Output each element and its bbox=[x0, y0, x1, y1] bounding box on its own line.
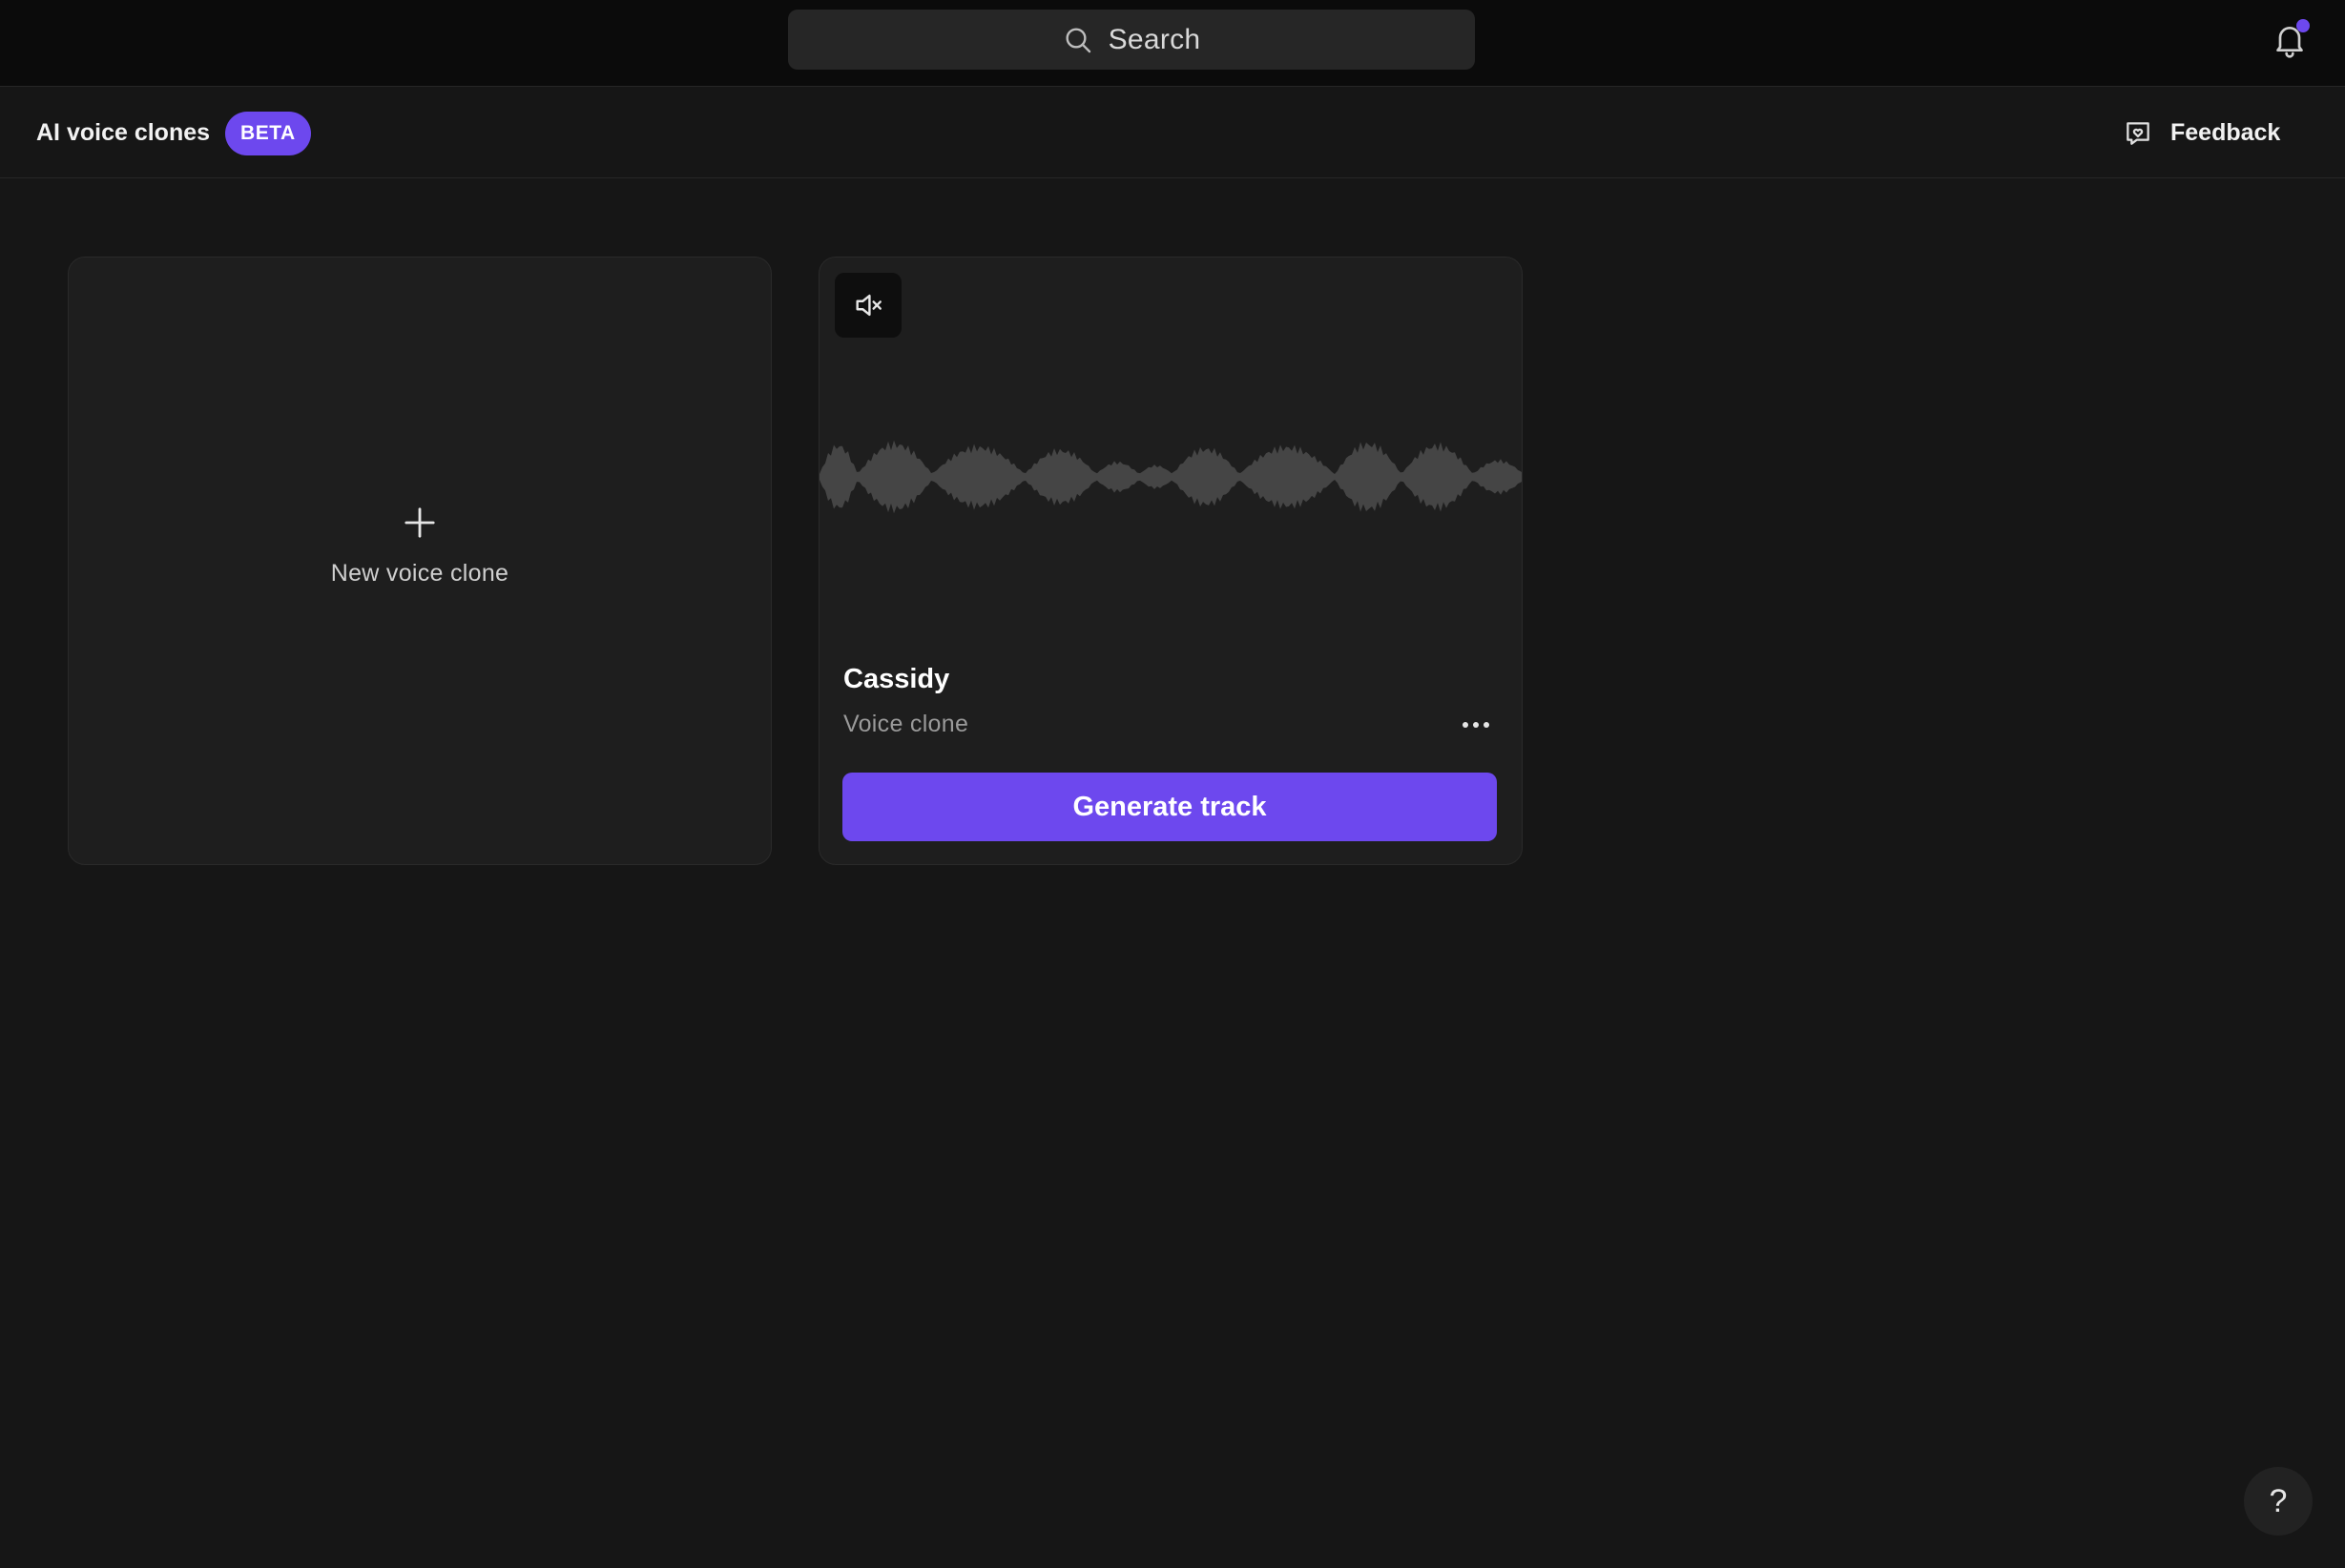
notifications-button[interactable] bbox=[2271, 19, 2310, 61]
search-placeholder: Search bbox=[1108, 23, 1201, 55]
top-bar: Search bbox=[0, 0, 2345, 87]
page-title-group: AI voice clones BETA bbox=[36, 88, 311, 178]
search-icon bbox=[1066, 27, 1090, 52]
voice-type: Voice clone bbox=[843, 711, 969, 737]
page-header: AI voice clones BETA Feedback bbox=[0, 88, 2345, 178]
generate-track-button[interactable]: Generate track bbox=[842, 773, 1497, 841]
search-bar[interactable]: Search bbox=[788, 10, 1475, 70]
help-button[interactable]: ? bbox=[2244, 1467, 2313, 1536]
more-options-button[interactable] bbox=[1455, 706, 1497, 744]
beta-badge: BETA bbox=[225, 111, 311, 155]
speaker-muted-icon bbox=[856, 294, 882, 317]
page-title: AI voice clones bbox=[36, 119, 211, 146]
plus-icon bbox=[405, 506, 435, 538]
waveform-shape bbox=[820, 440, 1522, 514]
new-voice-clone-label: New voice clone bbox=[330, 559, 509, 587]
voice-clone-card: Cassidy Voice clone Generate track bbox=[819, 257, 1523, 865]
new-voice-clone-card[interactable]: New voice clone bbox=[68, 257, 772, 865]
feedback-icon bbox=[2127, 121, 2149, 145]
audio-waveform bbox=[820, 440, 1522, 514]
ellipsis-icon bbox=[1463, 722, 1489, 728]
voice-name: Cassidy bbox=[843, 664, 950, 694]
feedback-label: Feedback bbox=[2170, 119, 2281, 146]
notification-dot bbox=[2296, 19, 2310, 32]
mute-toggle-button[interactable] bbox=[835, 273, 902, 338]
feedback-button[interactable]: Feedback bbox=[2123, 88, 2280, 178]
